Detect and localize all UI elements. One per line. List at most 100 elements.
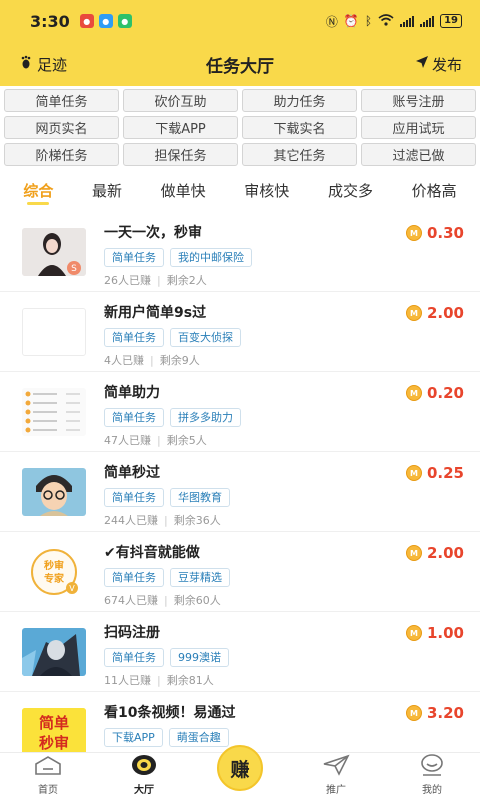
task-stats: 244人已赚 | 剩余36人 bbox=[104, 512, 221, 528]
task-tags: 简单任务 豆芽精选 bbox=[104, 568, 230, 587]
nav-promote[interactable]: 推广 bbox=[288, 753, 384, 800]
sort-tabs: 综合 最新 做单快 审核快 成交多 价格高 bbox=[0, 172, 480, 212]
task-done-count: 47人已赚 bbox=[104, 434, 151, 447]
app-header: 足迹 任务大厅 发布 bbox=[0, 42, 480, 86]
task-tag: 简单任务 bbox=[104, 408, 164, 427]
task-stats: 26人已赚 | 剩余2人 bbox=[104, 272, 207, 288]
task-tag: 简单任务 bbox=[104, 248, 164, 267]
logo-text-bottom: 秒审 bbox=[39, 734, 69, 752]
task-done-count: 11人已赚 bbox=[104, 674, 151, 687]
task-tag: 999澳诺 bbox=[170, 648, 229, 667]
coin-icon: M bbox=[405, 465, 422, 481]
task-title: ✔有抖音就能做 bbox=[104, 545, 200, 561]
task-title: 简单秒过 bbox=[104, 465, 160, 481]
task-tags: 简单任务 我的中邮保险 bbox=[104, 248, 252, 267]
footprint-button[interactable]: 足迹 bbox=[20, 54, 67, 75]
task-tag: 下载APP bbox=[104, 728, 163, 747]
task-reward-amount: 0.20 bbox=[426, 384, 464, 402]
task-reward-amount: 0.30 bbox=[426, 224, 464, 242]
sort-tab-fast-done[interactable]: 做单快 bbox=[161, 172, 206, 201]
task-done-count: 244人已赚 bbox=[104, 514, 158, 527]
task-remaining: 剩余5人 bbox=[166, 434, 207, 447]
divider: | bbox=[164, 514, 168, 527]
hall-icon bbox=[129, 754, 159, 779]
task-thumbnail: 简单 秒审 bbox=[22, 708, 86, 756]
category-other-task[interactable]: 其它任务 bbox=[242, 143, 357, 166]
nav-earn[interactable]: 赚 bbox=[192, 745, 288, 800]
logo-text-top: 简单 bbox=[39, 714, 69, 732]
earn-icon: 赚 bbox=[217, 745, 263, 791]
category-guarantee-task[interactable]: 担保任务 bbox=[123, 143, 238, 166]
task-item[interactable]: S 一天一次，秒审 简单任务 我的中邮保险 26人已赚 | 剩余2人 M 0.30 bbox=[0, 212, 480, 292]
category-download-realname[interactable]: 下载实名 bbox=[242, 116, 357, 139]
nav-mine[interactable]: 我的 bbox=[384, 753, 480, 800]
nav-home[interactable]: 首页 bbox=[0, 753, 96, 800]
coin-icon: M bbox=[405, 545, 422, 561]
task-done-count: 26人已赚 bbox=[104, 274, 151, 287]
task-remaining: 剩余9人 bbox=[159, 354, 200, 367]
task-item[interactable]: 新用户简单9s过 简单任务 百变大侦探 4人已赚 | 剩余9人 M 2.00 bbox=[0, 292, 480, 372]
task-tag: 简单任务 bbox=[104, 648, 164, 667]
task-reward-amount: 1.00 bbox=[426, 624, 464, 642]
bottom-nav: 首页 大厅 赚 推广 我的 bbox=[0, 745, 480, 800]
task-title: 新用户简单9s过 bbox=[104, 305, 207, 321]
nav-promote-label: 推广 bbox=[326, 785, 346, 796]
task-thumbnail bbox=[22, 388, 86, 436]
category-simple-task[interactable]: 简单任务 bbox=[4, 89, 119, 112]
publish-button[interactable]: 发布 bbox=[415, 54, 462, 75]
signal-icon-2 bbox=[420, 15, 435, 27]
task-tags: 简单任务 华图教育 bbox=[104, 488, 230, 507]
category-download-app[interactable]: 下载APP bbox=[123, 116, 238, 139]
task-item[interactable]: 秒审 专家 V ✔有抖音就能做 简单任务 豆芽精选 674人已赚 | 剩余60人 M 2.… bbox=[0, 532, 480, 612]
task-remaining: 剩余36人 bbox=[173, 514, 221, 527]
category-grid: 简单任务 砍价互助 助力任务 账号注册 网页实名 下载APP 下载实名 应用试玩… bbox=[4, 89, 476, 166]
sort-tab-most-deals[interactable]: 成交多 bbox=[328, 172, 373, 201]
task-stats: 4人已赚 | 剩余9人 bbox=[104, 352, 200, 368]
task-item[interactable]: 简单助力 简单任务 拼多多助力 47人已赚 | 剩余5人 M 0.20 bbox=[0, 372, 480, 452]
task-reward-amount: 0.25 bbox=[426, 464, 464, 482]
task-tags: 简单任务 999澳诺 bbox=[104, 648, 229, 667]
task-tag: 豆芽精选 bbox=[170, 568, 230, 587]
category-assist-task[interactable]: 助力任务 bbox=[242, 89, 357, 112]
sort-tab-overall[interactable]: 综合 bbox=[23, 172, 53, 201]
category-account-register[interactable]: 账号注册 bbox=[361, 89, 476, 112]
sort-tab-highest-price[interactable]: 价格高 bbox=[412, 172, 457, 201]
task-done-count: 4人已赚 bbox=[104, 354, 144, 367]
task-list: S 一天一次，秒审 简单任务 我的中邮保险 26人已赚 | 剩余2人 M 0.30 新… bbox=[0, 212, 480, 772]
category-bargain-help[interactable]: 砍价互助 bbox=[123, 89, 238, 112]
message-icon: ● bbox=[98, 14, 113, 28]
task-stats: 11人已赚 | 剩余81人 bbox=[104, 672, 214, 688]
nav-hall[interactable]: 大厅 bbox=[96, 753, 192, 800]
task-reward: M 0.30 bbox=[405, 224, 464, 242]
category-app-trial[interactable]: 应用试玩 bbox=[361, 116, 476, 139]
task-stats: 674人已赚 | 剩余60人 bbox=[104, 592, 221, 608]
task-done-count: 674人已赚 bbox=[104, 594, 158, 607]
category-ladder-task[interactable]: 阶梯任务 bbox=[4, 143, 119, 166]
task-title: 简单助力 bbox=[104, 385, 160, 401]
task-item[interactable]: 扫码注册 简单任务 999澳诺 11人已赚 | 剩余81人 M 1.00 bbox=[0, 612, 480, 692]
battery-icon: 19 bbox=[440, 14, 462, 28]
task-tags: 简单任务 拼多多助力 bbox=[104, 408, 241, 427]
divider: | bbox=[150, 354, 154, 367]
send-icon bbox=[321, 754, 351, 779]
sort-tab-fast-review[interactable]: 审核快 bbox=[244, 172, 289, 201]
nav-home-label: 首页 bbox=[38, 785, 58, 796]
task-tag: 简单任务 bbox=[104, 328, 164, 347]
coin-icon: M bbox=[405, 705, 422, 721]
status-indicators: Ⓝ ⏰ ᛒ 19 bbox=[326, 13, 462, 30]
task-reward-amount: 2.00 bbox=[426, 544, 464, 562]
task-tag: 萌蛋合趣 bbox=[168, 728, 229, 747]
footprint-icon bbox=[20, 55, 34, 73]
coin-icon: M bbox=[405, 625, 422, 641]
sort-tab-newest[interactable]: 最新 bbox=[92, 172, 122, 201]
wifi-icon bbox=[378, 13, 394, 29]
task-thumbnail: S bbox=[22, 228, 86, 276]
category-web-realname[interactable]: 网页实名 bbox=[4, 116, 119, 139]
task-tag: 简单任务 bbox=[104, 488, 164, 507]
category-filter-done[interactable]: 过滤已做 bbox=[361, 143, 476, 166]
publish-label: 发布 bbox=[431, 55, 462, 74]
task-item[interactable]: 简单秒过 简单任务 华图教育 244人已赚 | 剩余36人 M 0.25 bbox=[0, 452, 480, 532]
send-icon bbox=[415, 55, 429, 73]
task-reward-amount: 3.20 bbox=[426, 704, 464, 722]
task-remaining: 剩余60人 bbox=[173, 594, 221, 607]
